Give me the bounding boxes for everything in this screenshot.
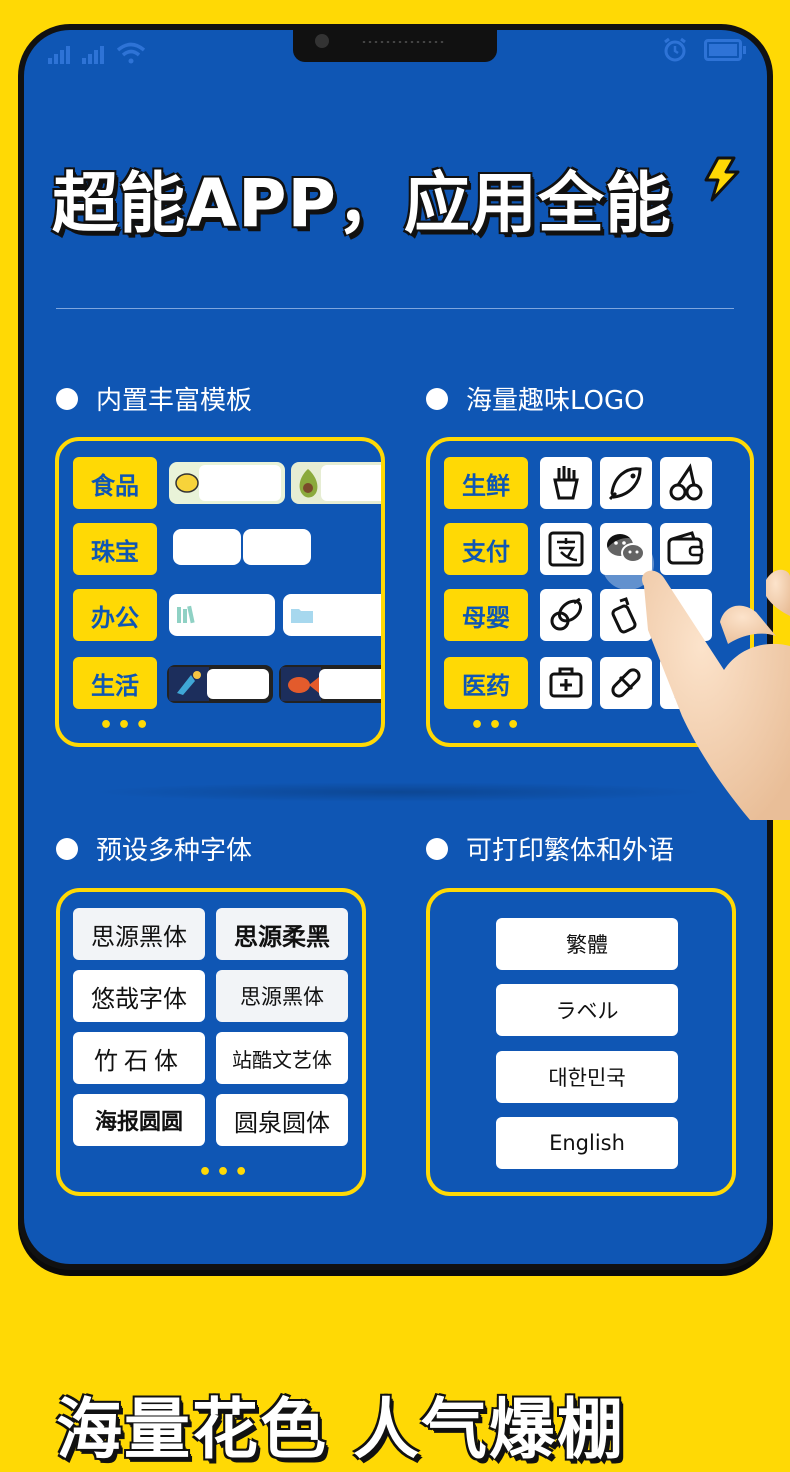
- wifi-icon: [116, 42, 146, 64]
- signal-icon-2: [82, 46, 104, 64]
- lemon-icon: [175, 473, 199, 493]
- template-card-jewelry-1[interactable]: [173, 529, 241, 565]
- bullet-icon: [56, 837, 78, 860]
- fish-sticker-icon: [281, 667, 321, 701]
- template-card-life-2[interactable]: [279, 665, 381, 703]
- template-card-life-1[interactable]: [167, 665, 273, 703]
- section-title-text: 海量趣味LOGO: [466, 386, 645, 416]
- category-jewelry[interactable]: 珠宝: [73, 523, 157, 575]
- headline: 超能APP，应用全能: [52, 165, 672, 242]
- folder-icon: [291, 609, 313, 623]
- status-bar-right: [662, 36, 746, 64]
- medical-kit-icon[interactable]: [540, 657, 592, 709]
- category-payment[interactable]: 支付: [444, 523, 528, 575]
- camera-icon: [315, 34, 329, 48]
- category-fresh[interactable]: 生鲜: [444, 457, 528, 509]
- category-office[interactable]: 办公: [73, 589, 157, 641]
- font-option[interactable]: 站酷文艺体: [216, 1032, 348, 1084]
- category-food[interactable]: 食品: [73, 457, 157, 509]
- font-option[interactable]: 思源黑体: [216, 970, 348, 1022]
- languages-panel: 繁體 ラベル 대한민국 English: [426, 888, 736, 1196]
- pacifier-icon[interactable]: [540, 589, 592, 641]
- template-card-jewelry-2[interactable]: [243, 529, 311, 565]
- space-sticker-icon: [169, 667, 209, 701]
- cherry-icon[interactable]: [660, 457, 712, 509]
- language-korean[interactable]: 대한민국: [496, 1051, 678, 1103]
- language-english[interactable]: English: [496, 1117, 678, 1169]
- divider: [56, 308, 734, 309]
- status-bar-left: [48, 36, 146, 64]
- battery-icon: [704, 39, 746, 61]
- speaker-grille: [361, 40, 445, 44]
- font-option[interactable]: 思源黑体: [73, 908, 205, 960]
- lightning-icon: [704, 156, 740, 202]
- templates-panel: 食品 珠宝 办公 生活 •••: [55, 437, 385, 747]
- bullet-icon: [56, 387, 78, 410]
- more-indicator: •••: [198, 1160, 253, 1185]
- bullet-icon: [426, 837, 448, 860]
- books-icon: [177, 605, 195, 624]
- template-card-office-folder[interactable]: [283, 594, 381, 636]
- bottom-title: 海量花色 人气爆棚: [56, 1391, 625, 1468]
- more-indicator: •••: [99, 713, 154, 738]
- more-indicator: •••: [470, 713, 525, 738]
- font-option[interactable]: 圆泉圆体: [216, 1094, 348, 1146]
- fries-icon[interactable]: [540, 457, 592, 509]
- section-title-text: 可打印繁体和外语: [466, 836, 675, 866]
- template-card-office-books[interactable]: [169, 594, 275, 636]
- section-title-languages: 可打印繁体和外语: [426, 830, 674, 867]
- template-card-avocado[interactable]: [291, 462, 381, 504]
- pointing-hand-icon: [602, 538, 790, 820]
- section-title-logos: 海量趣味LOGO: [426, 380, 645, 417]
- language-japanese[interactable]: ラベル: [496, 984, 678, 1036]
- alipay-icon[interactable]: [540, 523, 592, 575]
- section-title-fonts: 预设多种字体: [56, 830, 252, 867]
- avocado-icon: [299, 469, 318, 498]
- category-medicine[interactable]: 医药: [444, 657, 528, 709]
- template-card-lemon[interactable]: [169, 462, 285, 504]
- phone-notch: [293, 28, 497, 62]
- signal-icon: [48, 46, 70, 64]
- font-option[interactable]: 悠哉字体: [73, 970, 205, 1022]
- bullet-icon: [426, 387, 448, 410]
- font-option[interactable]: 竹石体: [73, 1032, 205, 1084]
- language-traditional-chinese[interactable]: 繁體: [496, 918, 678, 970]
- category-life[interactable]: 生活: [73, 657, 157, 709]
- font-option[interactable]: 海报圆圆: [73, 1094, 205, 1146]
- section-title-templates: 内置丰富模板: [56, 380, 252, 417]
- fonts-panel: 思源黑体 思源柔黑 悠哉字体 思源黑体 竹石体 站酷文艺体 海报圆圆 圆泉圆体 …: [56, 888, 366, 1196]
- section-title-text: 内置丰富模板: [96, 386, 253, 416]
- section-title-text: 预设多种字体: [96, 836, 253, 866]
- font-option[interactable]: 思源柔黑: [216, 908, 348, 960]
- category-baby[interactable]: 母婴: [444, 589, 528, 641]
- alarm-icon: [664, 37, 686, 62]
- fish-icon[interactable]: [600, 457, 652, 509]
